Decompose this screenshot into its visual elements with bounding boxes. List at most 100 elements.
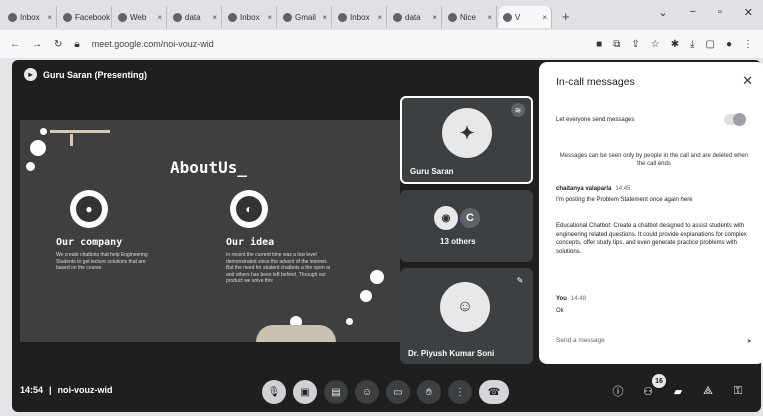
window-controls: ⌄ − ▫ ✕ [658,6,753,19]
back-icon[interactable]: ← [10,39,20,50]
avatar: ✦ [442,108,492,158]
participant-tile-others[interactable]: ◉ C 13 others [400,190,533,262]
participant-tile-speaker[interactable]: ✦ ≋ Guru Saran [400,96,533,184]
send-message-input[interactable]: Send a message [556,337,605,345]
bottom-bar: 14:54 | noi-vouz-wid 🎙︎ ▣ ▤ ☺ ▭ ✋︎ ⋮ ☎︎ … [12,372,761,412]
lock-icon: 🔒︎ [74,38,80,50]
allow-messages-row: Let everyone send messages [556,113,746,126]
tab-label: Nice [460,12,477,22]
close-tab-icon[interactable]: × [267,13,272,22]
camera-icon[interactable]: ▣ [293,380,317,404]
browser-tab[interactable]: Nice × [444,6,497,28]
extensions-icon[interactable]: ✱ [671,39,679,50]
company-text: We create chatbots that help Engineering… [56,252,148,271]
message-time: 14:45 [615,186,631,192]
meeting-code: noi-vouz-wid [57,385,113,395]
browser-tab[interactable]: Facebook× [59,6,112,28]
browser-tab[interactable]: data × [169,6,222,28]
slide-decoration [346,318,353,325]
sender-name: chaitanya valaparla [556,186,612,192]
participant-tile[interactable]: ☺ ✎ Dr. Piyush Kumar Soni [400,268,533,364]
minimize-icon[interactable]: − [689,6,695,19]
tab-label: data [405,12,421,22]
tab-label: Inbox [350,12,370,22]
close-icon[interactable]: ✕ [742,73,753,89]
info-icon[interactable]: ⓘ [609,382,627,400]
sender-name: You [556,296,567,302]
message-sender: You 14:48 [556,296,586,302]
avatar-initial: C [460,208,480,228]
host-controls-icon[interactable]: ⚿ [729,382,747,400]
raise-hand-icon[interactable]: ✋︎ [417,380,441,404]
open-in-app-icon[interactable]: ⧉ [613,39,620,50]
tab-search-icon[interactable]: ⌄ [658,6,667,19]
close-tab-icon[interactable]: × [157,13,162,22]
tab-favicon-icon [63,12,72,22]
tab-favicon-icon [448,12,457,22]
reload-icon[interactable]: ↻ [54,39,62,50]
browser-tab[interactable]: data × [389,6,442,28]
meeting-info: 14:54 | noi-vouz-wid [20,385,113,395]
browser-tab[interactable]: Inbox × [334,6,387,28]
slide-decoration [30,140,46,156]
message-text: Educational Chatbot: Create a chatbot de… [556,223,747,255]
tab-label: data [185,12,201,22]
presentation-slide: AboutUs_ ● Our company We create chatbot… [20,120,400,342]
participant-name: Guru Saran [410,167,454,176]
tab-label: V [515,12,521,22]
profile-icon[interactable]: ● [726,39,732,50]
divider: | [49,385,52,395]
allow-messages-toggle[interactable] [724,113,746,126]
close-tab-icon[interactable]: × [432,13,437,22]
browser-tab[interactable]: Gmail × [279,6,332,28]
tab-label: Inbox [20,12,40,22]
close-tab-icon[interactable]: × [542,13,547,22]
slide-decoration [70,134,73,146]
camera-icon[interactable]: ■ [596,39,602,50]
url-field[interactable]: meet.google.com/noi-vouz-wid [92,39,584,49]
slide-decoration [40,128,47,135]
forward-icon[interactable]: → [32,39,42,50]
slide-decoration [370,270,384,284]
chat-icon[interactable]: ▰ [669,382,687,400]
close-tab-icon[interactable]: × [322,13,327,22]
browser-tab-active[interactable]: V × [499,6,552,28]
idea-bulb-icon: ◐ [230,190,268,228]
tab-label: Inbox [240,12,260,22]
message-time: 14:48 [570,296,586,302]
maximize-icon[interactable]: ▫ [718,6,722,19]
close-window-icon[interactable]: ✕ [744,6,753,19]
activities-icon[interactable]: ⟁ [699,382,717,400]
present-screen-icon[interactable]: ▭ [386,380,410,404]
chat-notice: Messages can be seen only by people in t… [559,153,749,167]
captions-icon[interactable]: ▤ [324,380,348,404]
browser-tab[interactable]: Inbox × [224,6,277,28]
presenter-label: ▸ Guru Saran (Presenting) [24,68,147,81]
bookmark-star-icon[interactable]: ☆ [651,39,660,50]
close-tab-icon[interactable]: × [212,13,217,22]
share-icon[interactable]: ⇪ [631,39,639,50]
send-message-row[interactable]: Send a message ➤ [556,337,752,345]
close-tab-icon[interactable]: × [377,13,382,22]
menu-icon[interactable]: ⋮ [743,39,753,50]
download-icon[interactable]: ⤓ [690,39,694,50]
new-tab-button[interactable]: + [562,6,570,28]
message-text: Ok [556,308,564,314]
message-text: I'm posting the Problem Statement once a… [556,197,693,203]
emoji-icon[interactable]: ☺ [355,380,379,404]
close-tab-icon[interactable]: × [47,13,52,22]
presenter-name: Guru Saran (Presenting) [43,69,148,80]
sidebar-icon[interactable]: ▢ [706,39,715,50]
speaking-indicator-icon: ≋ [511,103,525,117]
leave-call-icon[interactable]: ☎︎ [479,380,509,404]
browser-chrome: Inbox × Facebook× Web× data × Inbox × Gmail… [0,0,763,58]
more-options-icon[interactable]: ⋮ [448,380,472,404]
send-icon[interactable]: ➤ [747,337,752,345]
people-icon[interactable]: ⚇ [639,382,657,400]
participant-name: Dr. Piyush Kumar Soni [408,349,495,358]
mic-icon[interactable]: 🎙︎ [262,380,286,404]
slide-decoration [360,290,372,302]
browser-tab[interactable]: Web × [114,6,167,28]
close-tab-icon[interactable]: × [487,13,492,22]
browser-tab[interactable]: Inbox × [4,6,57,28]
